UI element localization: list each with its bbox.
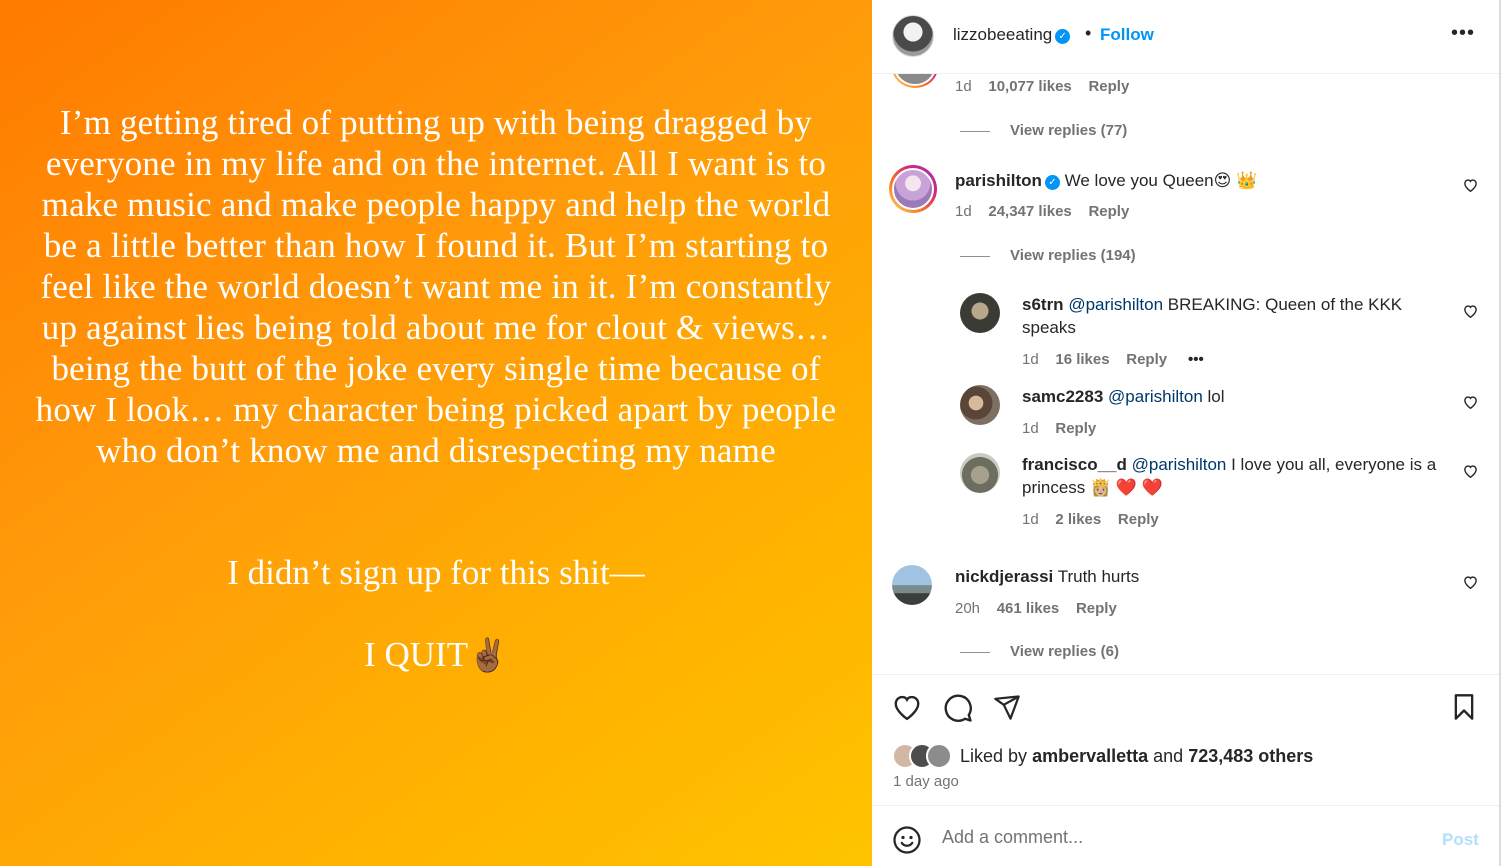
post-side-panel: lizzobeeating ✓ • Follow ••• 1d 10,077 li… (872, 0, 1501, 866)
comment-emoji: 😍 👑 (1213, 171, 1258, 190)
reply-body: samc2283 @parishilton lol (1022, 385, 1432, 408)
comment-text: Truth hurts (1057, 567, 1140, 586)
reply-age: 1d (1022, 351, 1039, 368)
liked-by-avatars[interactable] (892, 743, 956, 769)
post-timestamp[interactable]: 1 day ago (893, 773, 959, 790)
like-reply-heart-icon[interactable] (1463, 464, 1478, 482)
reply-username[interactable]: s6trn (1022, 295, 1064, 314)
story-line-3: I QUIT✌🏾 (0, 634, 872, 676)
like-comment-heart-icon[interactable] (1463, 575, 1478, 593)
like-reply-heart-icon[interactable] (1463, 304, 1478, 322)
verified-badge-icon: ✓ (1044, 175, 1060, 190)
like-reply-heart-icon[interactable] (1463, 395, 1478, 413)
mention-link[interactable]: @parishilton (1108, 387, 1203, 406)
comment-bar: Post (872, 805, 1499, 866)
liked-by-others[interactable]: 723,483 others (1188, 746, 1313, 766)
view-replies-line (960, 651, 990, 653)
story-line-3-text: I QUIT (364, 635, 469, 674)
reply-button[interactable]: Reply (1118, 511, 1159, 528)
reply-meta: 1d 16 likes Reply ••• (1022, 351, 1204, 368)
reply-username[interactable]: francisco__d (1022, 455, 1127, 474)
comment-age: 1d (955, 203, 972, 220)
reply-button[interactable]: Reply (1088, 203, 1129, 220)
comment-body: parishilton ✓ We love you Queen😍 👑 (955, 169, 1435, 192)
reply-age: 1d (1022, 511, 1039, 528)
reply-username[interactable]: samc2283 (1022, 387, 1103, 406)
view-replies-text[interactable]: View replies (77) (1010, 122, 1127, 139)
view-replies-line (960, 255, 990, 257)
reply-meta: 1d Reply (1022, 420, 1096, 437)
reply-button[interactable]: Reply (1076, 600, 1117, 617)
story-line-2: I didn’t sign up for this shit— (227, 553, 645, 592)
reply-avatar[interactable] (960, 453, 1000, 493)
view-replies-button[interactable]: View replies (6) (960, 643, 1119, 660)
view-replies-text[interactable]: View replies (6) (1010, 643, 1119, 660)
comment-username[interactable]: nickdjerassi (955, 567, 1053, 586)
more-options-icon[interactable]: ••• (1451, 22, 1475, 45)
reply-emoji: 👸🏼 ❤️ ❤️ (1090, 478, 1163, 497)
share-send-icon[interactable] (992, 693, 1022, 726)
like-comment-heart-icon[interactable] (1463, 178, 1478, 196)
view-replies-line (960, 130, 990, 132)
follow-button[interactable]: Follow (1100, 25, 1154, 45)
liked-by-prefix: Liked by (960, 746, 1028, 766)
header-separator: • (1085, 23, 1092, 43)
comment-bubble-icon[interactable] (943, 693, 973, 728)
comment-avatar[interactable] (892, 168, 934, 210)
emoji-smiley-icon[interactable] (892, 825, 922, 860)
comment-meta: 1d 24,347 likes Reply (955, 203, 1129, 220)
more-options-icon[interactable]: ••• (1188, 351, 1204, 368)
liker-avatar (926, 743, 952, 769)
post-comment-button[interactable]: Post (1442, 830, 1479, 850)
reply-age: 1d (1022, 420, 1039, 437)
like-heart-icon[interactable] (892, 693, 922, 726)
author-avatar[interactable] (892, 15, 934, 57)
reply-likes[interactable]: 16 likes (1055, 351, 1109, 368)
comment-meta: 1d 10,077 likes Reply (955, 78, 1129, 95)
view-replies-text[interactable]: View replies (194) (1010, 247, 1136, 264)
reply-avatar[interactable] (960, 293, 1000, 333)
view-replies-button[interactable]: View replies (194) (960, 247, 1136, 264)
liked-by-summary: Liked by ambervalletta and 723,483 other… (960, 746, 1313, 767)
author-username-text[interactable]: lizzobeeating (953, 25, 1052, 44)
mention-link[interactable]: @parishilton (1132, 455, 1227, 474)
liked-by-and: and (1153, 746, 1184, 766)
story-paragraph: I’m getting tired of putting up with bei… (35, 103, 837, 470)
author-username[interactable]: lizzobeeating ✓ (953, 25, 1071, 45)
reply-text: lol (1207, 387, 1225, 406)
reply-likes[interactable]: 2 likes (1055, 511, 1101, 528)
reply-avatar[interactable] (960, 385, 1000, 425)
reply-button[interactable]: Reply (1126, 351, 1167, 368)
reply-body: francisco__d @parishilton I love you all… (1022, 453, 1442, 499)
comment-body: nickdjerassi Truth hurts (955, 565, 1435, 588)
post-image: I’m getting tired of putting up with bei… (0, 0, 872, 866)
comment-avatar[interactable] (892, 565, 932, 605)
liked-by-user[interactable]: ambervalletta (1032, 746, 1148, 766)
view-replies-button[interactable]: View replies (77) (960, 122, 1127, 139)
mention-link[interactable]: @parishilton (1068, 295, 1163, 314)
comment-age: 20h (955, 600, 981, 617)
comment-username[interactable]: parishilton (955, 171, 1042, 190)
save-bookmark-icon[interactable] (1451, 693, 1477, 726)
verified-badge-icon: ✓ (1055, 29, 1071, 44)
comment-text: We love you Queen (1064, 171, 1214, 190)
post-header: lizzobeeating ✓ • Follow ••• (872, 0, 1499, 74)
reply-button[interactable]: Reply (1088, 78, 1129, 95)
reply-meta: 1d 2 likes Reply (1022, 511, 1159, 528)
post-actions: Liked by ambervalletta and 723,483 other… (872, 674, 1499, 805)
comment-likes[interactable]: 10,077 likes (988, 78, 1071, 95)
peace-emoji: ✌🏾 (468, 637, 508, 673)
comment-likes[interactable]: 24,347 likes (988, 203, 1071, 220)
reply-body: s6trn @parishilton BREAKING: Queen of th… (1022, 293, 1432, 339)
comment-input[interactable] (942, 824, 1422, 850)
comments-list[interactable]: 1d 10,077 likes Reply View replies (77) … (872, 74, 1499, 674)
comment-meta: 20h 461 likes Reply (955, 600, 1117, 617)
comment-avatar[interactable] (894, 74, 936, 86)
reply-button[interactable]: Reply (1055, 420, 1096, 437)
comment-age: 1d (955, 78, 972, 95)
comment-likes[interactable]: 461 likes (997, 600, 1060, 617)
